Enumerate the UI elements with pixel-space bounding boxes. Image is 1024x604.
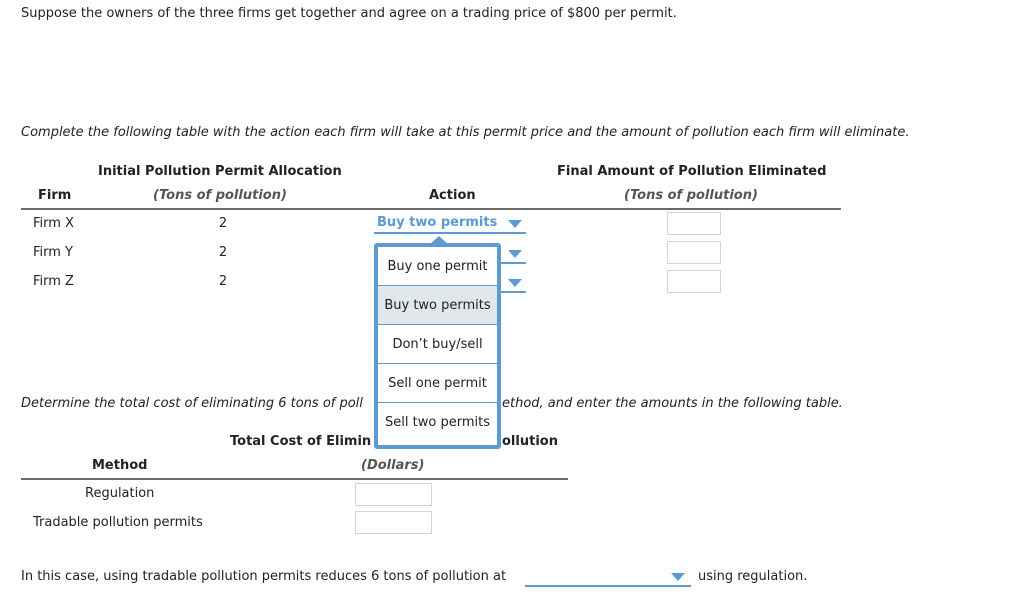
conclusion-select[interactable] [525,568,691,587]
instruction-table2-right: ethod, and enter the amounts in the foll… [502,396,843,411]
method-name: Tradable pollution permits [33,515,203,530]
instruction-table1: Complete the following table with the ac… [21,125,910,140]
cost-input-regulation[interactable] [355,483,432,506]
dropdown-option-dont-buy-sell[interactable]: Don’t buy/sell [378,325,497,364]
header-allocation-units: (Tons of pollution) [153,188,287,203]
firm-name: Firm X [33,216,74,231]
firm-name: Firm Z [33,274,74,289]
dropdown-option-sell-two[interactable]: Sell two permits [378,403,497,442]
conclusion-after: using regulation. [698,569,808,584]
dropdown-option-buy-two[interactable]: Buy two permits [378,286,497,325]
action-dropdown-menu: Buy one permit Buy two permits Don’t buy… [374,243,501,449]
header-cost-title-left: Total Cost of Elimin [230,434,372,449]
firm-name: Firm Y [33,245,73,260]
header-cost-units: (Dollars) [361,458,425,473]
method-name: Regulation [85,486,155,501]
chevron-down-icon [508,220,522,228]
eliminated-input-firm-z[interactable] [667,270,721,293]
allocation-value: 2 [218,216,228,231]
header-eliminated-title: Final Amount of Pollution Eliminated [557,164,827,179]
eliminated-input-firm-x[interactable] [667,212,721,235]
eliminated-input-firm-y[interactable] [667,241,721,264]
dropdown-option-sell-one[interactable]: Sell one permit [378,364,497,403]
header-cost-title-right: ollution [502,434,558,449]
intro-text: Suppose the owners of the three firms ge… [21,6,677,21]
conclusion-before: In this case, using tradable pollution p… [21,569,507,584]
header-allocation-title: Initial Pollution Permit Allocation [98,164,342,179]
action-selected-value: Buy two permits [377,215,498,230]
table2-header-rule [21,478,568,480]
table1-header-rule [21,208,841,210]
allocation-value: 2 [218,274,228,289]
action-select-firm-x[interactable]: Buy two permits [374,214,526,234]
cost-input-tradable-permits[interactable] [355,511,432,534]
chevron-down-icon [508,279,522,287]
allocation-value: 2 [218,245,228,260]
header-action: Action [429,188,476,203]
chevron-down-icon [508,250,522,258]
header-eliminated-units: (Tons of pollution) [624,188,758,203]
dropdown-option-buy-one[interactable]: Buy one permit [378,247,497,286]
header-method: Method [92,458,148,473]
instruction-table2-left: Determine the total cost of eliminating … [21,396,363,411]
header-firm: Firm [38,188,72,203]
chevron-down-icon [671,573,685,581]
